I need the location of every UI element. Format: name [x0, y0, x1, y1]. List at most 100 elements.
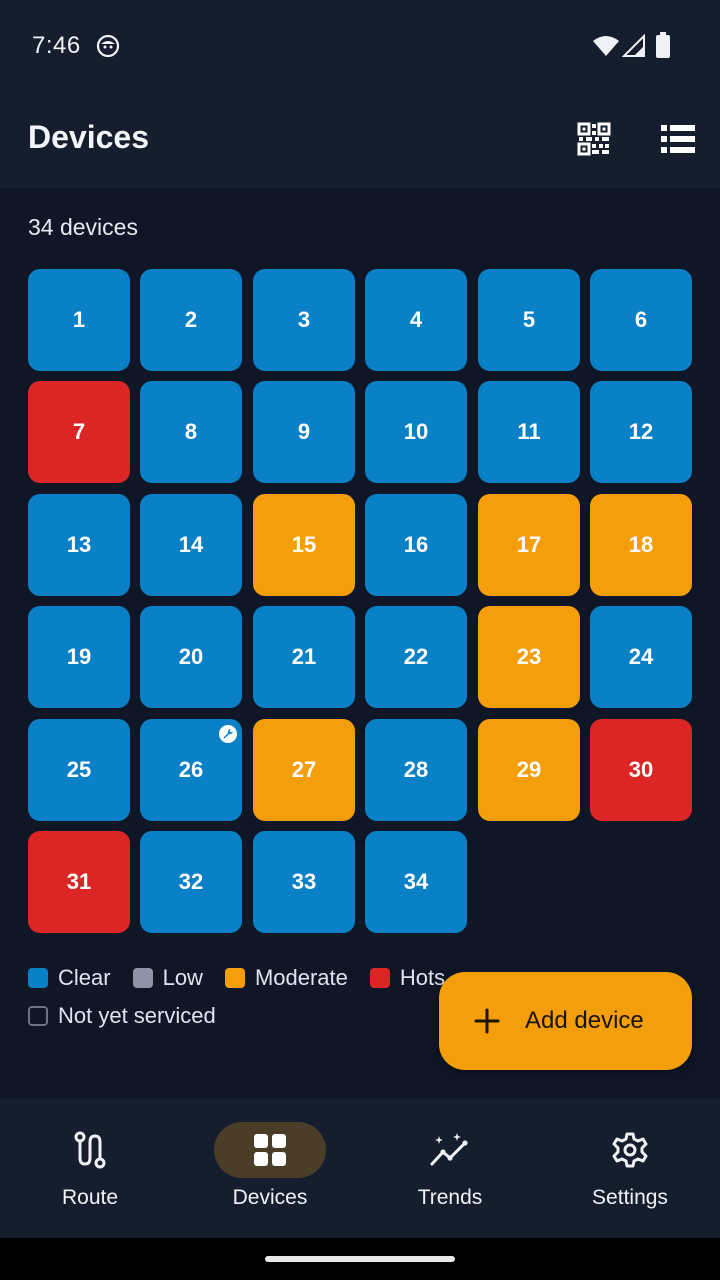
device-tile[interactable]: 1	[28, 269, 130, 371]
status-time: 7:46	[32, 32, 81, 59]
gear-icon	[612, 1132, 648, 1168]
device-tile[interactable]: 32	[140, 831, 242, 933]
device-tile[interactable]: 3	[253, 269, 355, 371]
device-number: 21	[291, 644, 317, 669]
legend-label-clear: Clear	[58, 965, 111, 990]
device-number: 10	[403, 419, 429, 444]
device-tile[interactable]: 6	[590, 269, 692, 371]
nav-label-devices: Devices	[232, 1186, 308, 1209]
legend-swatch-low	[132, 968, 153, 988]
device-number: 34	[403, 869, 429, 894]
legend-swatch-moderate	[224, 968, 245, 988]
legend-item-not-serviced: Not yet serviced	[28, 1003, 216, 1029]
status-bar: 7:46	[0, 0, 720, 92]
device-number: 17	[516, 532, 542, 557]
device-number: 3	[297, 307, 311, 332]
device-tile[interactable]: 33	[253, 831, 355, 933]
device-number: 14	[178, 532, 204, 557]
nav-pill-devices	[214, 1122, 326, 1178]
device-tile[interactable]: 28	[365, 719, 467, 821]
device-number: 7	[72, 419, 86, 444]
device-tile[interactable]: 13	[28, 494, 130, 596]
device-tile[interactable]: 24	[590, 606, 692, 708]
face-notification-icon	[96, 34, 120, 58]
legend-label-low: Low	[162, 965, 203, 990]
legend: Clear Low Moderate Hots	[28, 963, 467, 993]
list-view-icon	[661, 125, 695, 153]
device-tile[interactable]: 10	[365, 381, 467, 483]
nav-item-devices[interactable]: Devices	[180, 1098, 360, 1238]
device-number: 22	[403, 644, 429, 669]
legend-item-low: Low	[132, 965, 203, 991]
nav-pill-trends	[394, 1122, 506, 1178]
device-tile[interactable]: 17	[478, 494, 580, 596]
add-device-button[interactable]: Add device	[439, 972, 692, 1070]
device-tile[interactable]: 20	[140, 606, 242, 708]
device-tile[interactable]: 14	[140, 494, 242, 596]
wifi-icon	[593, 36, 619, 56]
legend-swatch-hotspot	[369, 968, 390, 988]
device-tile[interactable]: 7	[28, 381, 130, 483]
nav-item-route[interactable]: Route	[0, 1098, 180, 1238]
device-tile[interactable]: 12	[590, 381, 692, 483]
device-number: 1	[72, 307, 86, 332]
add-device-label: Add device	[525, 1007, 644, 1034]
device-tile[interactable]: 11	[478, 381, 580, 483]
device-tile[interactable]: 29	[478, 719, 580, 821]
device-number: 23	[516, 644, 542, 669]
device-tile[interactable]: 30	[590, 719, 692, 821]
device-number: 13	[66, 532, 92, 557]
device-number: 26	[178, 757, 204, 782]
nav-item-trends[interactable]: Trends	[360, 1098, 540, 1238]
device-tile[interactable]: 31	[28, 831, 130, 933]
list-view-button[interactable]	[656, 119, 700, 159]
device-tile[interactable]: 23	[478, 606, 580, 708]
wrench-icon	[219, 725, 237, 743]
device-number: 8	[184, 419, 198, 444]
device-tile[interactable]: 22	[365, 606, 467, 708]
nav-item-settings[interactable]: Settings	[540, 1098, 720, 1238]
device-number: 29	[516, 757, 542, 782]
route-icon	[74, 1131, 106, 1169]
device-number: 19	[66, 644, 92, 669]
qr-scan-button[interactable]	[572, 119, 616, 159]
device-number: 6	[634, 307, 648, 332]
device-number: 15	[291, 532, 317, 557]
device-number: 30	[628, 757, 654, 782]
device-count: 34 devices	[28, 214, 138, 240]
device-number: 31	[66, 869, 92, 894]
grid-icon	[254, 1134, 286, 1166]
device-tile[interactable]: 27	[253, 719, 355, 821]
device-tile[interactable]: 8	[140, 381, 242, 483]
device-number: 28	[403, 757, 429, 782]
device-tile[interactable]: 5	[478, 269, 580, 371]
device-number: 33	[291, 869, 317, 894]
nav-pill-settings	[574, 1122, 686, 1178]
battery-icon	[656, 32, 670, 58]
device-number: 32	[178, 869, 204, 894]
device-tile[interactable]: 2	[140, 269, 242, 371]
device-tile[interactable]: 9	[253, 381, 355, 483]
device-number: 16	[403, 532, 429, 557]
device-number: 24	[628, 644, 654, 669]
device-tile[interactable]: 15	[253, 494, 355, 596]
device-tile[interactable]: 25	[28, 719, 130, 821]
trends-icon	[430, 1133, 468, 1166]
device-tile[interactable]: 34	[365, 831, 467, 933]
device-tile[interactable]: 19	[28, 606, 130, 708]
bottom-navigation: Route Devices Trends Settings	[0, 1098, 720, 1238]
plus-icon	[474, 1008, 500, 1034]
page-title: Devices	[28, 119, 149, 155]
nav-label-trends: Trends	[417, 1186, 483, 1209]
device-tile[interactable]: 21	[253, 606, 355, 708]
device-number: 2	[184, 307, 198, 332]
gesture-handle[interactable]	[265, 1256, 455, 1262]
device-number: 27	[291, 757, 317, 782]
device-tile[interactable]: 26	[140, 719, 242, 821]
device-tile[interactable]: 16	[365, 494, 467, 596]
device-number: 20	[178, 644, 204, 669]
nav-pill-route	[34, 1122, 146, 1178]
device-tile[interactable]: 18	[590, 494, 692, 596]
device-tile[interactable]: 4	[365, 269, 467, 371]
device-number: 25	[66, 757, 92, 782]
